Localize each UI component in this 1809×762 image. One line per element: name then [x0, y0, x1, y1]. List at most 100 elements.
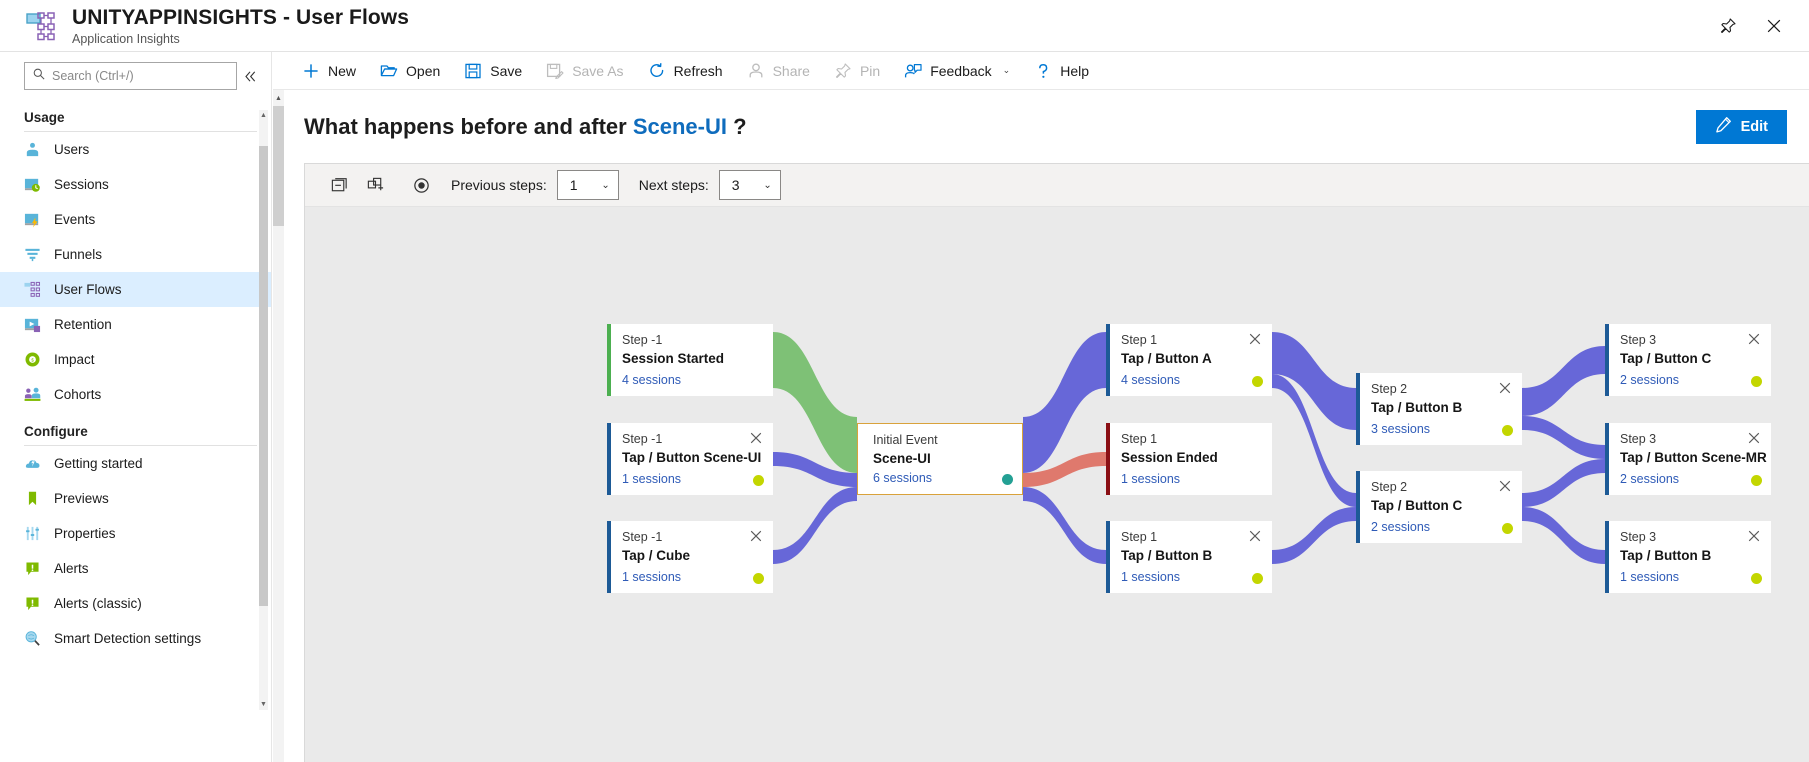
sidebar-item-user-flows[interactable]: User Flows [0, 272, 271, 307]
flow-node[interactable]: Step -1 Session Started 4 sessions [607, 324, 773, 396]
user-flow-sankey-canvas[interactable]: Step -1 Session Started 4 sessions Step -1 T… [305, 207, 1809, 762]
sidebar-scrollbar[interactable]: ▲ ▼ [259, 110, 268, 710]
flow-node[interactable]: Step 3 Tap / Button Scene-MR 2 sessions [1605, 423, 1771, 495]
node-event-name: Tap / Button B [1121, 548, 1213, 563]
flow-node[interactable]: Step 2 Tap / Button C 2 sessions [1356, 471, 1522, 543]
node-close-icon[interactable] [1247, 528, 1262, 543]
scroll-down-arrow-icon[interactable]: ▼ [259, 699, 268, 710]
node-sessions-count[interactable]: 1 sessions [622, 472, 681, 486]
collapse-window-icon[interactable] [321, 168, 357, 202]
open-button[interactable]: Open [369, 56, 451, 86]
sidebar-item-previews[interactable]: Previews [0, 481, 271, 516]
node-event-name: Tap / Button B [1371, 400, 1463, 415]
flow-link[interactable] [773, 332, 857, 473]
node-close-icon[interactable] [1497, 380, 1512, 395]
node-status-dot[interactable] [1502, 523, 1513, 534]
flow-link[interactable] [1023, 332, 1106, 473]
node-sessions-count[interactable]: 2 sessions [1620, 472, 1679, 486]
flow-node[interactable]: Step -1 Tap / Cube 1 sessions [607, 521, 773, 593]
close-icon[interactable] [1759, 11, 1789, 41]
flow-node[interactable]: Step 1 Session Ended 1 sessions [1106, 423, 1272, 495]
node-status-dot[interactable] [753, 573, 764, 584]
scroll-up-arrow-icon[interactable]: ▲ [259, 110, 268, 121]
node-sessions-count[interactable]: 1 sessions [622, 570, 681, 584]
add-window-icon[interactable] [357, 168, 393, 202]
node-status-dot[interactable] [1751, 475, 1762, 486]
content-scroll-thumb[interactable] [273, 106, 284, 226]
flow-node[interactable]: Step 3 Tap / Button B 1 sessions [1605, 521, 1771, 593]
flow-link[interactable] [773, 487, 857, 564]
node-sessions-count[interactable]: 2 sessions [1371, 520, 1430, 534]
node-close-icon[interactable] [748, 430, 763, 445]
sidebar-item-getting-started[interactable]: Getting started [0, 446, 271, 481]
flow-node[interactable]: Step 1 Tap / Button B 1 sessions [1106, 521, 1272, 593]
node-sessions-count[interactable]: 1 sessions [1620, 570, 1679, 584]
flow-node[interactable]: Step 2 Tap / Button B 3 sessions [1356, 373, 1522, 445]
flow-link[interactable] [1522, 416, 1605, 459]
node-sessions-count[interactable]: 6 sessions [873, 471, 932, 485]
sidebar-item-users[interactable]: Users [0, 132, 271, 167]
node-close-icon[interactable] [748, 528, 763, 543]
sidebar-item-cohorts[interactable]: Cohorts [0, 377, 271, 412]
sidebar-item-sessions[interactable]: Sessions [0, 167, 271, 202]
node-sessions-count[interactable]: 1 sessions [1121, 570, 1180, 584]
target-icon[interactable] [403, 168, 439, 202]
refresh-button[interactable]: Refresh [637, 56, 734, 86]
node-sessions-count[interactable]: 3 sessions [1371, 422, 1430, 436]
flow-node[interactable]: Step -1 Tap / Button Scene-UI 1 sessions [607, 423, 773, 495]
content-scroll-up-icon[interactable]: ▲ [273, 92, 284, 104]
sidebar-scroll-thumb[interactable] [259, 146, 268, 606]
title-event-link[interactable]: Scene-UI [633, 114, 727, 139]
sidebar-item-properties[interactable]: Properties [0, 516, 271, 551]
content-scrollbar[interactable]: ▲ [273, 90, 284, 762]
flow-node[interactable]: Step 1 Tap / Button A 4 sessions [1106, 324, 1272, 396]
node-close-icon[interactable] [1746, 528, 1761, 543]
node-close-icon[interactable] [1247, 331, 1262, 346]
flow-link[interactable] [1522, 346, 1605, 416]
sidebar-item-funnels[interactable]: Funnels [0, 237, 271, 272]
node-status-dot[interactable] [1252, 376, 1263, 387]
node-event-name: Tap / Button C [1371, 498, 1463, 513]
feedback-button[interactable]: Feedback ⌄ [893, 56, 1021, 86]
flow-node[interactable]: Initial Event Scene-UI 6 sessions [857, 423, 1023, 495]
node-sessions-count[interactable]: 4 sessions [1121, 373, 1180, 387]
flow-link[interactable] [1522, 507, 1605, 564]
next-steps-select[interactable]: 3 ⌄ [718, 170, 781, 200]
previous-steps-select[interactable]: 1 ⌄ [556, 170, 619, 200]
node-status-dot[interactable] [753, 475, 764, 486]
chevron-double-left-icon[interactable] [237, 63, 263, 89]
node-step-label: Step 2 [1371, 480, 1408, 494]
help-button[interactable]: Help [1023, 56, 1100, 86]
node-sessions-count[interactable]: 4 sessions [622, 373, 681, 387]
node-close-icon[interactable] [1746, 331, 1761, 346]
sidebar-item-alerts-classic[interactable]: Alerts (classic) [0, 586, 271, 621]
search-input-wrapper[interactable] [24, 62, 237, 90]
node-sessions-count[interactable]: 1 sessions [1121, 472, 1180, 486]
edit-button[interactable]: Edit [1695, 109, 1787, 144]
search-input[interactable] [52, 69, 228, 83]
sidebar-item-alerts[interactable]: Alerts [0, 551, 271, 586]
node-close-icon[interactable] [1746, 430, 1761, 445]
flow-link[interactable] [1522, 459, 1605, 507]
getting-started-icon [24, 455, 41, 472]
sidebar-item-events[interactable]: Events [0, 202, 271, 237]
node-step-label: Step 1 [1121, 333, 1158, 347]
flow-link[interactable] [1023, 487, 1106, 564]
chevron-down-icon[interactable]: ⌄ [1003, 65, 1011, 76]
refresh-icon [648, 62, 666, 80]
pin-icon[interactable] [1713, 11, 1743, 41]
node-status-dot[interactable] [1002, 474, 1013, 485]
new-button[interactable]: New [291, 56, 367, 86]
sidebar-item-smart-detection-settings[interactable]: Smart Detection settings [0, 621, 271, 656]
sidebar-item-retention[interactable]: Retention [0, 307, 271, 342]
flow-link[interactable] [1272, 507, 1356, 564]
sidebar-item-impact[interactable]: $ Impact [0, 342, 271, 377]
save-button[interactable]: Save [453, 56, 533, 86]
node-status-dot[interactable] [1252, 573, 1263, 584]
flow-node[interactable]: Step 3 Tap / Button C 2 sessions [1605, 324, 1771, 396]
node-sessions-count[interactable]: 2 sessions [1620, 373, 1679, 387]
node-status-dot[interactable] [1751, 376, 1762, 387]
node-status-dot[interactable] [1751, 573, 1762, 584]
node-status-dot[interactable] [1502, 425, 1513, 436]
node-close-icon[interactable] [1497, 478, 1512, 493]
